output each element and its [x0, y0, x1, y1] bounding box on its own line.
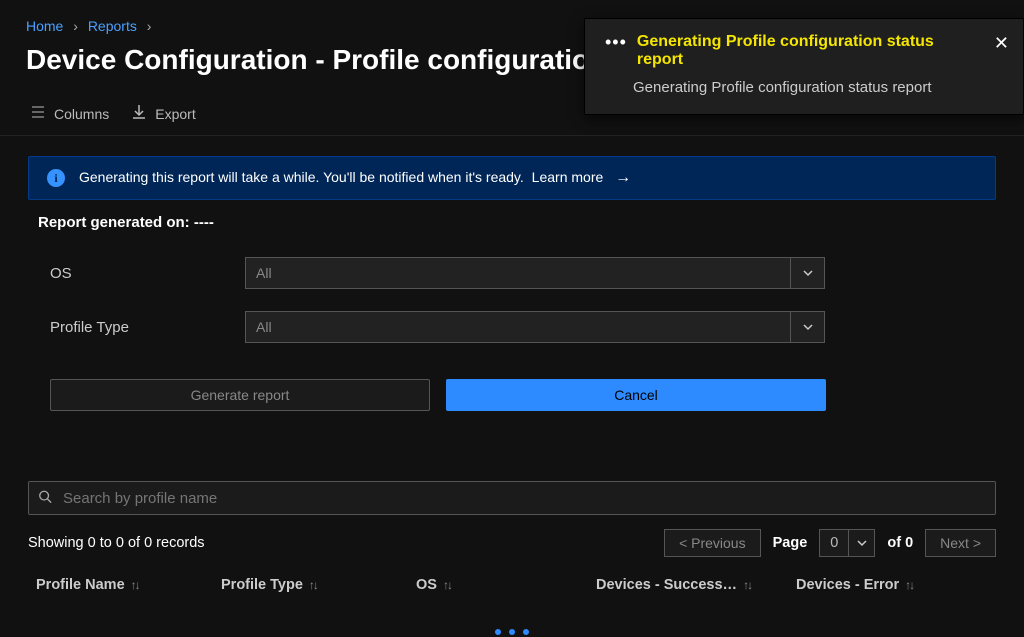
learn-more-link[interactable]: Learn more: [532, 169, 604, 185]
column-profile-type[interactable]: Profile Type↑↓: [221, 577, 416, 593]
toast-body: Generating Profile configuration status …: [633, 79, 979, 96]
column-devices-error[interactable]: Devices - Error↑↓: [796, 577, 976, 593]
toast-title: Generating Profile configuration status …: [637, 33, 979, 69]
breadcrumb-reports[interactable]: Reports: [88, 18, 137, 34]
search-input[interactable]: [28, 481, 996, 515]
breadcrumb-home[interactable]: Home: [26, 18, 63, 34]
chevron-right-icon: ›: [73, 18, 78, 34]
sort-icon: ↑↓: [131, 578, 139, 592]
download-icon: [131, 104, 147, 123]
sort-icon: ↑↓: [309, 578, 317, 592]
info-banner: i Generating this report will take a whi…: [28, 156, 996, 200]
pagination: < Previous Page 0 of 0 Next >: [664, 529, 996, 557]
chevron-down-icon: [848, 530, 874, 556]
search-container: [28, 481, 996, 515]
column-devices-success[interactable]: Devices - Success…↑↓: [596, 577, 796, 593]
action-buttons: Generate report Cancel: [0, 375, 1024, 431]
chevron-down-icon: [790, 258, 824, 288]
previous-page-button: < Previous: [664, 529, 761, 557]
toast-notification: ••• Generating Profile configuration sta…: [584, 18, 1024, 115]
export-button[interactable]: Export: [131, 104, 195, 123]
export-label: Export: [155, 106, 195, 122]
banner-text: Generating this report will take a while…: [79, 169, 524, 185]
page-select[interactable]: 0: [819, 529, 875, 557]
page-value: 0: [820, 535, 848, 551]
search-icon: [38, 490, 52, 507]
sort-icon: ↑↓: [905, 578, 913, 592]
os-filter-label: OS: [50, 265, 245, 282]
close-icon[interactable]: ✕: [994, 33, 1009, 54]
info-icon: i: [47, 169, 65, 187]
report-generated-value: ----: [194, 214, 214, 231]
column-os[interactable]: OS↑↓: [416, 577, 596, 593]
arrow-right-icon: →: [615, 169, 631, 186]
generate-report-button: Generate report: [50, 379, 430, 411]
chevron-down-icon: [790, 312, 824, 342]
columns-label: Columns: [54, 106, 109, 122]
page-label: Page: [773, 535, 808, 551]
loading-indicator: [495, 629, 529, 635]
chevron-right-icon: ›: [147, 18, 152, 34]
profile-type-filter-value: All: [256, 319, 272, 335]
column-profile-name[interactable]: Profile Name↑↓: [36, 577, 221, 593]
profile-type-filter-label: Profile Type: [50, 319, 245, 336]
sort-icon: ↑↓: [743, 578, 751, 592]
page-of-label: of 0: [887, 535, 913, 551]
cancel-button[interactable]: Cancel: [446, 379, 826, 411]
os-filter-select[interactable]: All: [245, 257, 825, 289]
next-page-button: Next >: [925, 529, 996, 557]
sort-icon: ↑↓: [443, 578, 451, 592]
toast-status-icon: •••: [605, 33, 627, 51]
columns-button[interactable]: Columns: [30, 104, 109, 123]
records-summary: Showing 0 to 0 of 0 records: [28, 535, 205, 551]
columns-icon: [30, 104, 46, 123]
profile-type-filter-select[interactable]: All: [245, 311, 825, 343]
report-generated-label: Report generated on: ----: [0, 214, 1024, 251]
table-header: Profile Name↑↓ Profile Type↑↓ OS↑↓ Devic…: [0, 571, 1024, 593]
filter-section: OS All Profile Type All: [0, 251, 1024, 375]
os-filter-value: All: [256, 265, 272, 281]
